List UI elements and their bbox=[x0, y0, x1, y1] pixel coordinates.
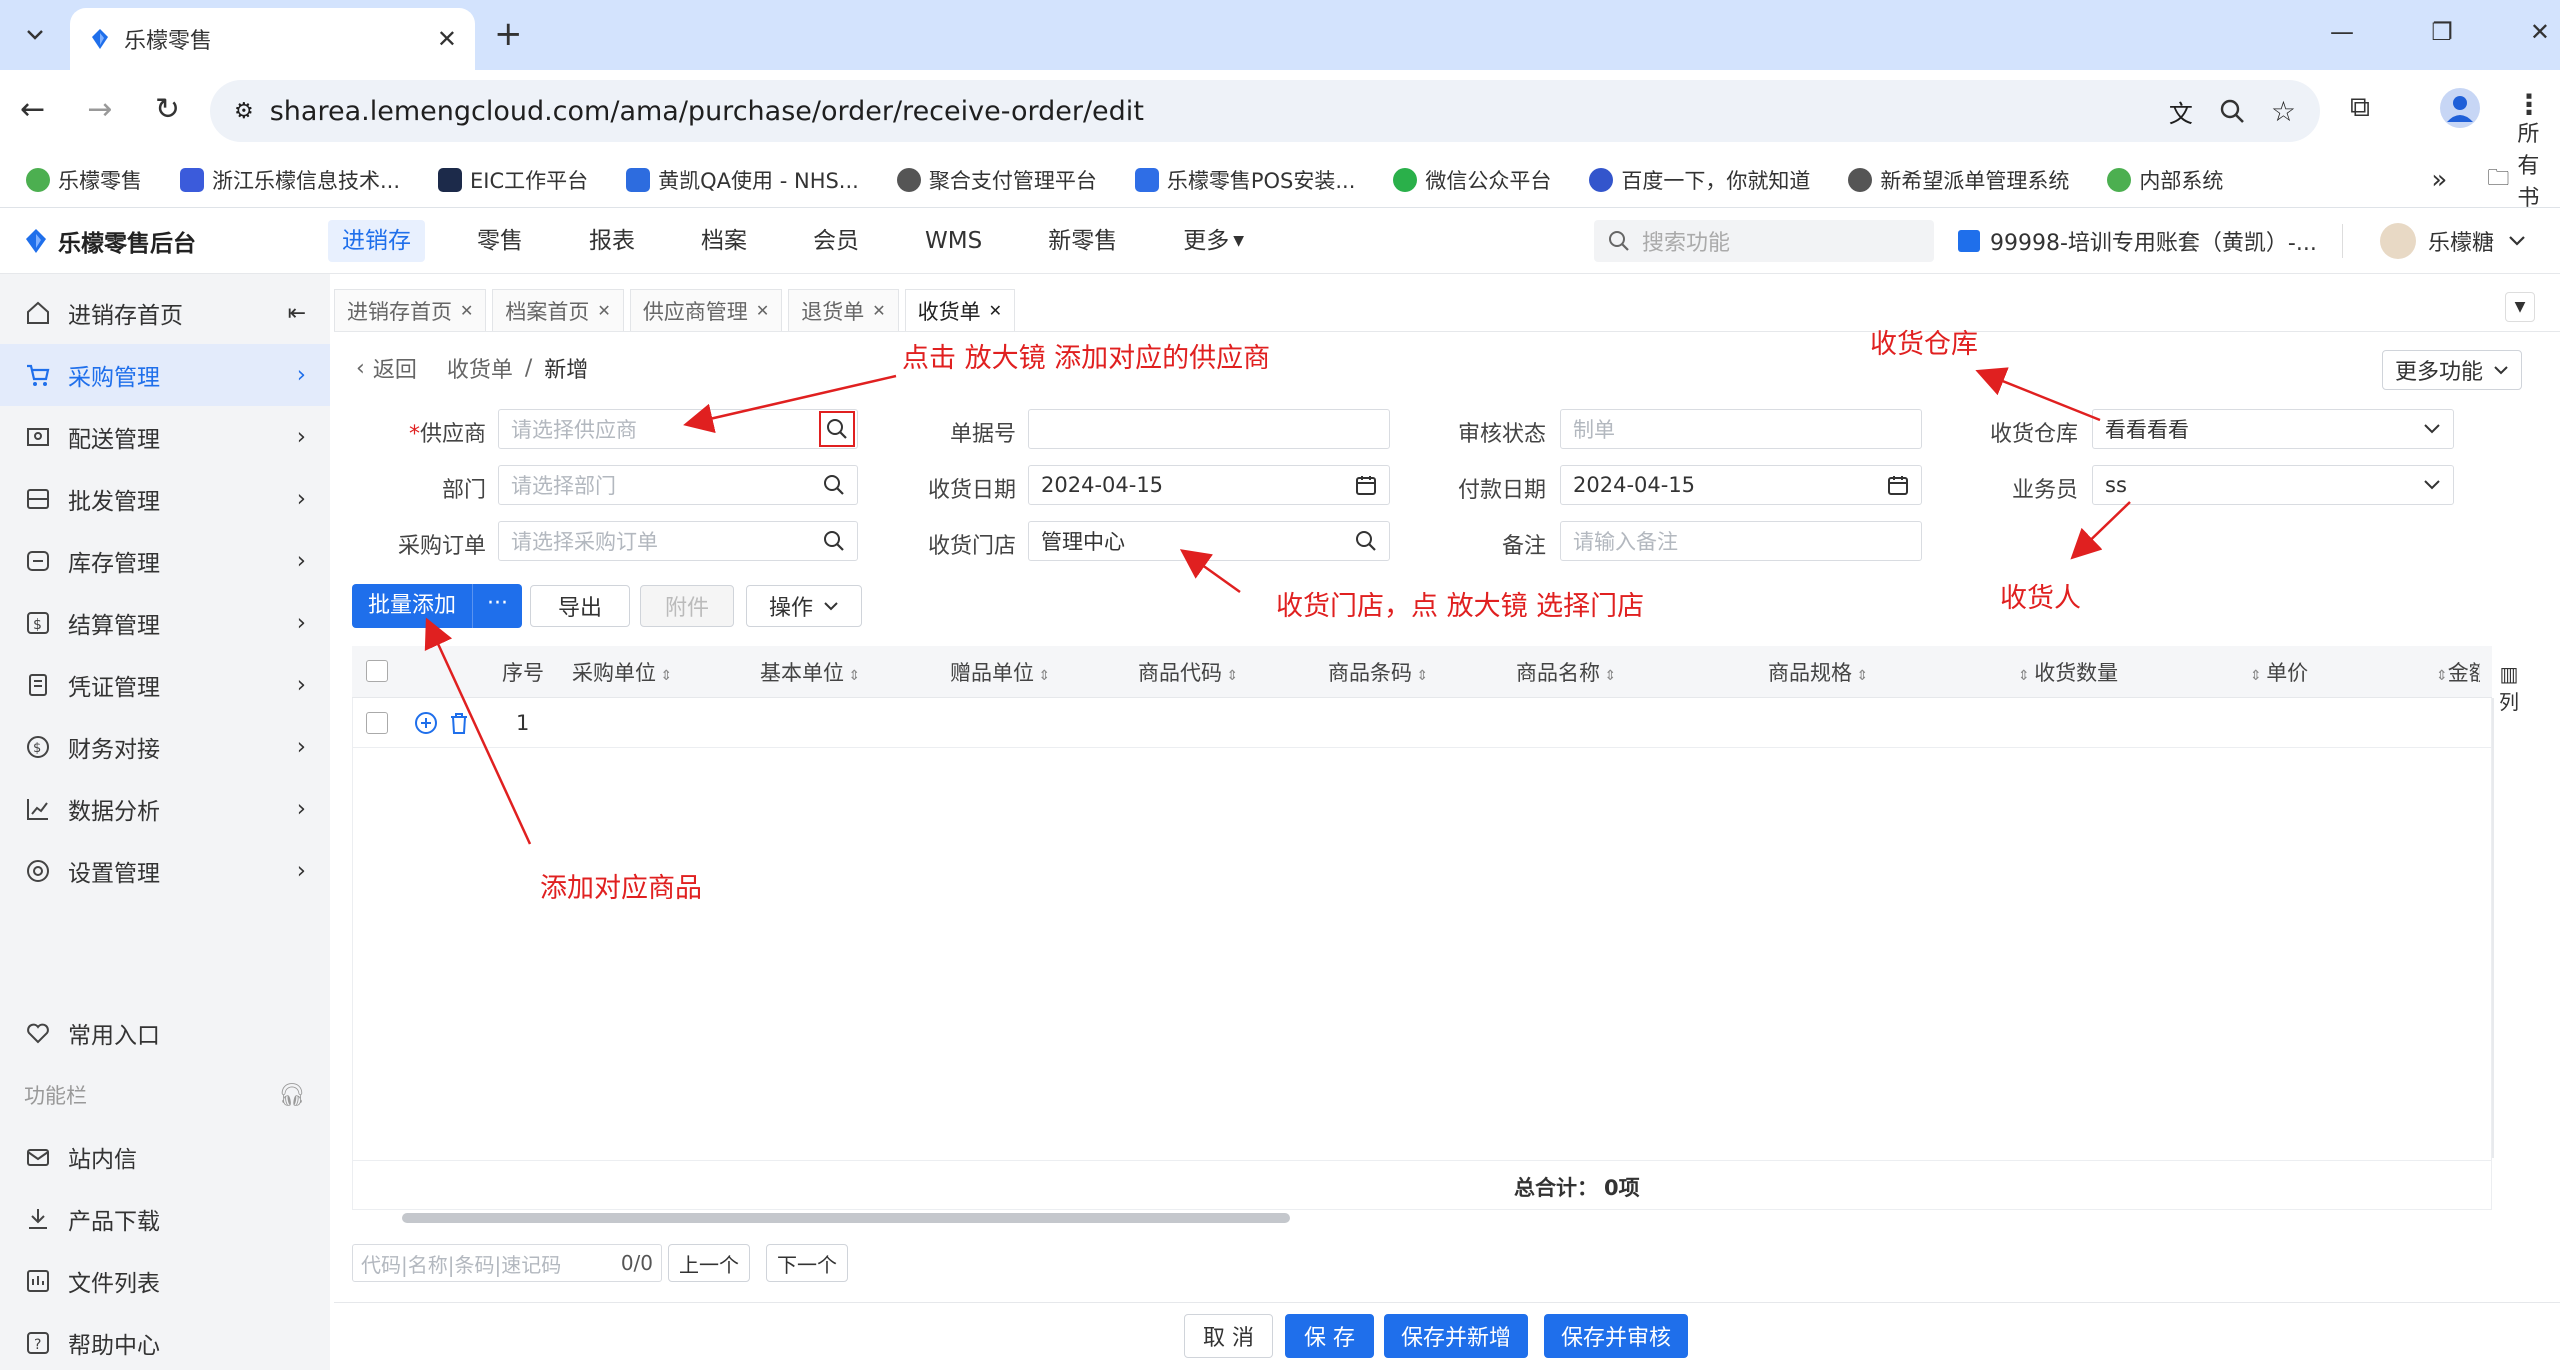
annotation-receiver: 收货人 bbox=[2000, 583, 2081, 614]
annotation-arrow bbox=[683, 374, 897, 433]
annotation-arrow bbox=[424, 617, 532, 845]
annotation-warehouse: 收货仓库 bbox=[1870, 329, 1978, 360]
annotation-supplier: 点击 放大镜 添加对应的供应商 bbox=[902, 343, 1271, 374]
annotation-arrow bbox=[1179, 549, 1241, 594]
annotation-store: 收货门店，点 放大镜 选择门店 bbox=[1276, 591, 1645, 622]
annotation-arrow bbox=[2070, 501, 2131, 560]
annotation-arrow bbox=[1975, 367, 2101, 422]
annotation-arrows bbox=[424, 367, 2131, 845]
annotation-goods: 添加对应商品 bbox=[540, 873, 702, 904]
